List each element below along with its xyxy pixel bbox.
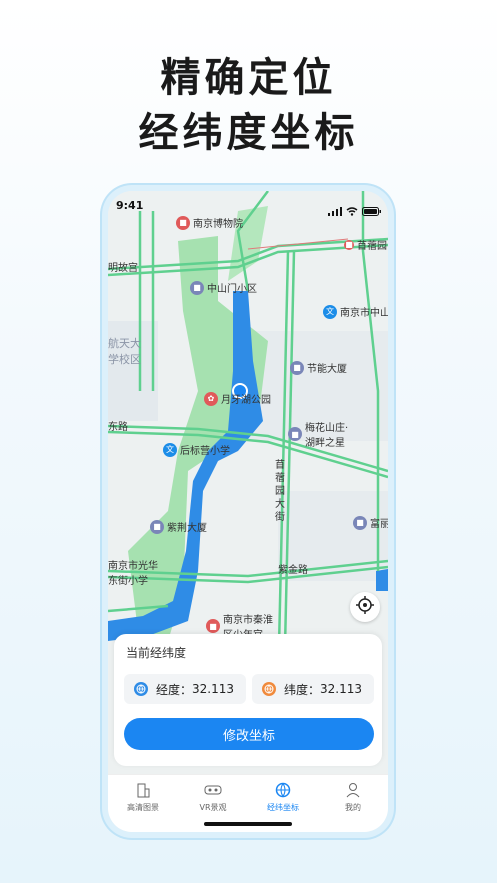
tab-label: 我的 (345, 803, 361, 812)
tab-label: 高清图景 (127, 803, 159, 812)
wifi-icon (346, 201, 358, 220)
coordinate-card: 当前经纬度 经度： 32.113 纬度： 32.113 修改坐标 (114, 634, 382, 766)
tab-mine[interactable]: 我的 (318, 781, 388, 813)
poi-zhongshanmen[interactable]: ■ 中山门小区 (190, 280, 257, 295)
poi-label: 明故宫 (108, 263, 138, 274)
park-icon: ✿ (204, 391, 218, 406)
road-label-xuxuyuan: 苜蓿园大街 (275, 460, 285, 523)
landmark-icon: ■ (344, 239, 354, 250)
school-icon: 文 (323, 304, 337, 319)
building-icon: ■ (353, 515, 367, 530)
poi-gugong[interactable]: 明故宫 (108, 259, 138, 274)
road-label-left: 东路 (108, 422, 128, 433)
globe-icon (262, 682, 276, 696)
poi-meihua[interactable]: ■ 梅花山庄· 湖畔之星 (288, 419, 348, 449)
status-bar: 9:41 (108, 191, 388, 219)
home-indicator (204, 822, 292, 826)
latitude-label: 纬度： (284, 682, 321, 697)
tab-coordinates[interactable]: 经纬坐标 (248, 781, 318, 813)
poi-museum[interactable]: ■ 南京博物院 (176, 215, 243, 230)
globe-icon (248, 781, 318, 799)
building-icon: ■ (190, 280, 204, 295)
signal-icon (328, 201, 342, 220)
poi-nanjing-zhongshan[interactable]: 文南京市中山 (323, 304, 388, 319)
latitude-value: 32.113 (320, 682, 363, 696)
poi-yueyahu[interactable]: ✿ 月牙湖公园 (204, 391, 271, 406)
tab-hd-map[interactable]: 高清图景 (108, 781, 178, 813)
longitude-label: 经度： (156, 682, 193, 697)
tab-vr[interactable]: VR景观 (178, 781, 248, 813)
poi-houbiaoying[interactable]: 文后标营小学 (163, 442, 230, 457)
poi-label: 节能大厦 (307, 364, 347, 375)
tab-label: 经纬坐标 (267, 803, 299, 812)
promo-title-line2: 经纬度坐标 (138, 110, 359, 156)
poi-label-line2: 东街小学 (108, 576, 148, 587)
modify-coordinate-button[interactable]: 修改坐标 (124, 718, 374, 750)
poi-label-line2: 湖畔之星 (305, 438, 345, 449)
poi-zijing[interactable]: ■ 紫荆大厦 (150, 519, 207, 534)
poi-label: 后标营小学 (180, 446, 230, 457)
poi-label-line1: 南京市秦淮 (223, 615, 273, 626)
building-icon: ■ (290, 360, 304, 375)
vr-icon (178, 781, 248, 799)
poi-label: 月牙湖公园 (221, 395, 271, 406)
app-screen: 9:41 ■ 南京博物院 ■ 中山门小区 文南京市中山 航天大 学校区 ■ 节能大厦 ✿… (108, 191, 388, 832)
road-label-zijin: 紫金路 (278, 565, 308, 576)
poi-aerospace[interactable]: 航天大 学校区 (108, 335, 141, 367)
locate-button[interactable] (350, 592, 380, 622)
longitude-field: 经度： 32.113 (124, 674, 246, 704)
school-icon: 文 (163, 442, 177, 457)
poi-label-line2: 学校区 (108, 353, 141, 366)
poi-label-line1: 梅花山庄· (305, 423, 349, 434)
building-icon: ■ (288, 427, 302, 441)
museum-icon: ■ (176, 215, 190, 230)
poi-label: 南京博物院 (193, 219, 243, 230)
user-icon (318, 781, 388, 799)
building-icon (108, 781, 178, 799)
poi-label-line1: 航天大 (108, 337, 141, 350)
poi-label: 苜蓿园 (357, 241, 387, 252)
poi-label: 富丽 (370, 519, 388, 530)
landmark-icon: ■ (206, 619, 220, 633)
poi-label-line1: 南京市光华 (108, 561, 158, 572)
phone-frame: 9:41 ■ 南京博物院 ■ 中山门小区 文南京市中山 航天大 学校区 ■ 节能大厦 ✿… (102, 185, 394, 838)
poi-guanghua[interactable]: 南京市光华 东街小学 (108, 557, 158, 587)
building-icon: ■ (150, 519, 164, 534)
card-title: 当前经纬度 (126, 646, 187, 660)
status-time: 9:41 (116, 199, 144, 212)
latitude-field: 纬度： 32.113 (252, 674, 374, 704)
longitude-value: 32.113 (192, 682, 235, 696)
poi-jieneng[interactable]: ■ 节能大厦 (290, 360, 347, 375)
poi-fuli[interactable]: ■ 富丽 (353, 515, 388, 530)
promo-title-line1: 精确定位 (160, 55, 337, 101)
crosshair-icon (356, 596, 374, 618)
poi-label: 南京市中山 (340, 308, 388, 319)
tab-label: VR景观 (199, 803, 227, 812)
poi-xuxuyuan[interactable]: ■ 苜蓿园 (344, 237, 387, 252)
poi-label: 紫荆大厦 (167, 523, 207, 534)
poi-label: 中山门小区 (207, 284, 257, 295)
globe-icon (134, 682, 148, 696)
battery-icon (362, 201, 382, 220)
